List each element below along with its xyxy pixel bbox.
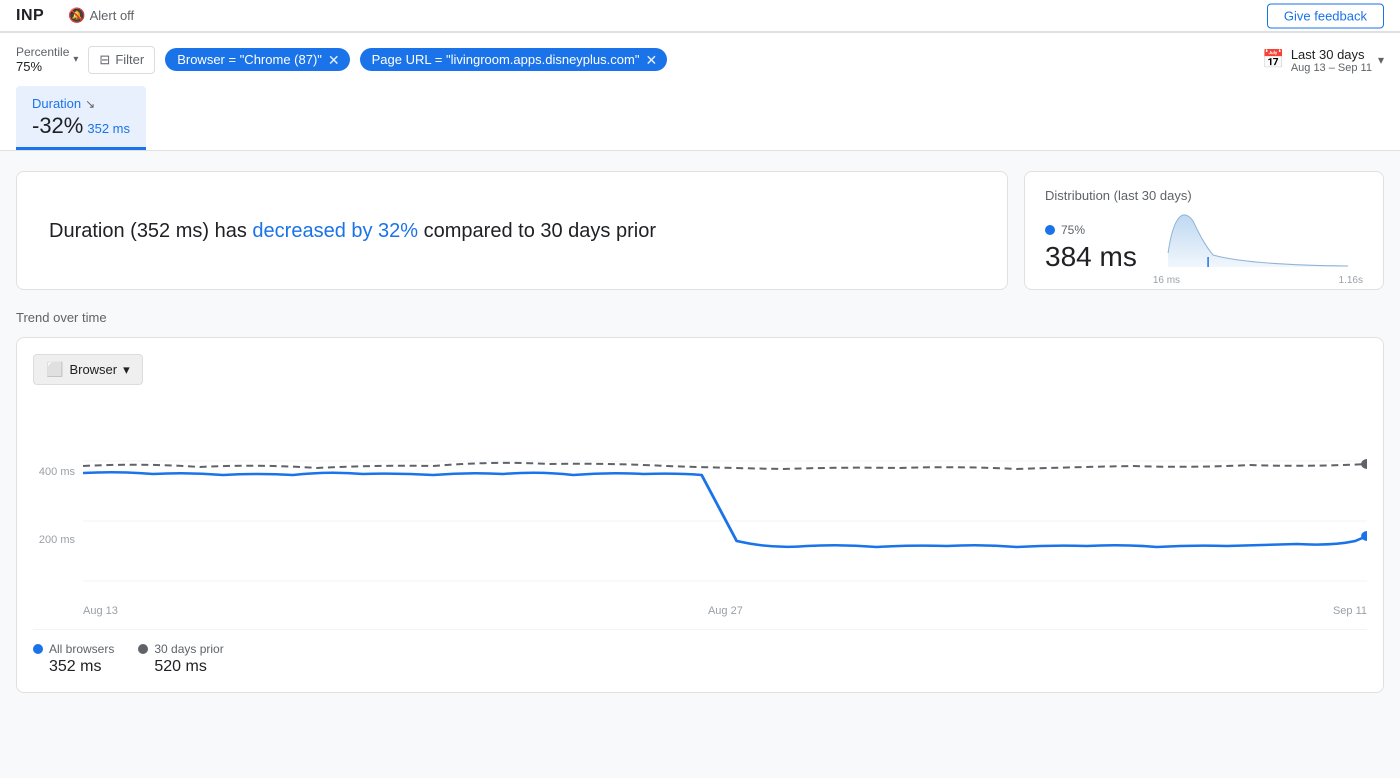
distribution-title: Distribution (last 30 days) bbox=[1045, 188, 1363, 203]
bell-off-icon: 🔕 bbox=[68, 7, 85, 24]
x-label-sep11: Sep 11 bbox=[1333, 605, 1367, 617]
dist-chart-svg bbox=[1153, 213, 1363, 268]
legend-30-days-prior: 30 days prior 520 ms bbox=[138, 642, 223, 676]
trend-title: Trend over time bbox=[16, 310, 1384, 325]
chart-y-axis: 400 ms 200 ms bbox=[33, 401, 83, 601]
tab-change: -32% bbox=[32, 113, 83, 139]
chevron-down-icon: ▾ bbox=[123, 362, 130, 378]
filter-button-label: Filter bbox=[115, 52, 144, 67]
pageurl-filter-label: Page URL = "livingroom.apps.disneyplus.c… bbox=[372, 52, 640, 67]
main-content: Duration (352 ms) has decreased by 32% c… bbox=[0, 151, 1400, 713]
chart-legend: All browsers 352 ms 30 days prior 520 ms bbox=[33, 629, 1367, 676]
x-label-aug27: Aug 27 bbox=[708, 605, 743, 617]
alert-off-button[interactable]: 🔕 Alert off bbox=[60, 3, 142, 28]
insight-card: Duration (352 ms) has decreased by 32% c… bbox=[16, 171, 1008, 290]
dist-chart: 16 ms 1.16s bbox=[1153, 213, 1363, 273]
percentile-label: Percentile bbox=[16, 45, 69, 59]
trend-section: Trend over time ⬜ Browser ▾ 400 ms 200 m… bbox=[16, 310, 1384, 693]
insight-after: compared to 30 days prior bbox=[418, 220, 656, 242]
dist-legend-label: 75% bbox=[1061, 223, 1085, 237]
legend-all-browsers-value: 352 ms bbox=[33, 658, 114, 676]
alert-off-label: Alert off bbox=[90, 8, 135, 23]
browser-icon: ⬜ bbox=[46, 361, 63, 378]
distribution-card: Distribution (last 30 days) 75% 384 ms bbox=[1024, 171, 1384, 290]
pageurl-filter-close[interactable]: ✕ bbox=[645, 53, 657, 67]
dist-value: 384 ms bbox=[1045, 241, 1137, 273]
legend-prior-label: 30 days prior bbox=[138, 642, 223, 656]
dist-x-min: 16 ms bbox=[1153, 275, 1180, 286]
tab-duration[interactable]: Duration ↘ -32% 352 ms bbox=[16, 86, 146, 150]
insight-highlight: decreased by 32% bbox=[252, 220, 418, 242]
legend-dark-dot bbox=[138, 644, 148, 654]
give-feedback-button[interactable]: Give feedback bbox=[1267, 3, 1384, 28]
percentile-control[interactable]: Percentile 75% ▾ bbox=[16, 45, 78, 74]
calendar-icon: 📅 bbox=[1262, 49, 1284, 70]
legend-blue-dot bbox=[33, 644, 43, 654]
page-title: INP bbox=[16, 7, 44, 25]
pageurl-filter-chip[interactable]: Page URL = "livingroom.apps.disneyplus.c… bbox=[360, 48, 668, 71]
legend-prior-text: 30 days prior bbox=[154, 642, 223, 656]
legend-all-browsers: All browsers 352 ms bbox=[33, 642, 114, 676]
legend-all-browsers-label: All browsers bbox=[33, 642, 114, 656]
filter-icon: ⊟ bbox=[99, 52, 110, 68]
chart-x-labels: Aug 13 Aug 27 Sep 11 bbox=[33, 605, 1367, 617]
browser-filter-close[interactable]: ✕ bbox=[328, 53, 340, 67]
y-label-200: 200 ms bbox=[39, 534, 75, 546]
date-range-label: Last 30 days bbox=[1291, 47, 1365, 62]
trend-card: ⬜ Browser ▾ 400 ms 200 ms bbox=[16, 337, 1384, 693]
legend-prior-value: 520 ms bbox=[138, 658, 223, 676]
chevron-down-icon: ▾ bbox=[73, 54, 78, 65]
browser-dropdown[interactable]: ⬜ Browser ▾ bbox=[33, 354, 143, 385]
browser-dropdown-label: Browser bbox=[69, 362, 117, 377]
summary-row: Duration (352 ms) has decreased by 32% c… bbox=[16, 171, 1384, 290]
insight-text: Duration (352 ms) has decreased by 32% c… bbox=[49, 216, 656, 246]
browser-filter-label: Browser = "Chrome (87)" bbox=[177, 52, 322, 67]
browser-filter-chip[interactable]: Browser = "Chrome (87)" ✕ bbox=[165, 48, 349, 71]
filter-button[interactable]: ⊟ Filter bbox=[88, 46, 155, 74]
date-range-sub: Aug 13 – Sep 11 bbox=[1291, 62, 1372, 74]
dist-x-max: 1.16s bbox=[1339, 275, 1363, 286]
legend-all-browsers-text: All browsers bbox=[49, 642, 114, 656]
chart-with-yaxis: 400 ms 200 ms bbox=[33, 401, 1367, 601]
dist-chart-labels: 16 ms 1.16s bbox=[1153, 275, 1363, 286]
trend-chart-svg bbox=[83, 401, 1367, 601]
tab-label: Duration bbox=[32, 96, 81, 111]
y-label-400: 400 ms bbox=[39, 466, 75, 478]
tab-value: 352 ms bbox=[87, 121, 130, 136]
distribution-body: 75% 384 ms bbox=[1045, 213, 1363, 273]
chevron-down-icon: ▾ bbox=[1378, 53, 1384, 67]
chart-container: 400 ms 200 ms bbox=[33, 401, 1367, 617]
dist-info: 75% 384 ms bbox=[1045, 223, 1137, 273]
filter-bar: Percentile 75% ▾ ⊟ Filter Browser = "Chr… bbox=[0, 33, 1400, 86]
insight-before: Duration (352 ms) has bbox=[49, 220, 252, 242]
x-label-aug13: Aug 13 bbox=[83, 605, 118, 617]
metric-tabs: Duration ↘ -32% 352 ms bbox=[0, 86, 1400, 150]
date-range-control[interactable]: 📅 Last 30 days Aug 13 – Sep 11 ▾ bbox=[1262, 46, 1384, 74]
trend-arrow: ↘ bbox=[85, 97, 95, 111]
top-bar: INP 🔕 Alert off Give feedback bbox=[0, 0, 1400, 32]
dist-legend: 75% bbox=[1045, 223, 1137, 237]
percentile-value: 75% bbox=[16, 59, 69, 74]
dist-dot bbox=[1045, 225, 1055, 235]
